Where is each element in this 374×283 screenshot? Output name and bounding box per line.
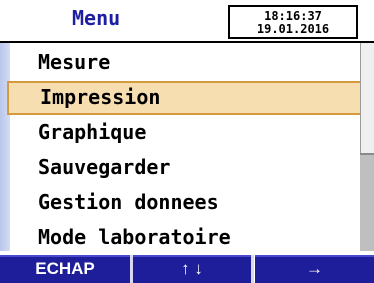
menu-item-sauvegarder[interactable]: Sauvegarder (10, 151, 360, 185)
date-label: 19.01.2016 (256, 22, 330, 36)
menu-item-label: Gestion donnees (38, 190, 219, 214)
menu-item-gestion-donnees[interactable]: Gestion donnees (10, 186, 360, 220)
menu-item-impression[interactable]: Impression (7, 81, 362, 115)
page-title: Menu (72, 6, 121, 30)
header-bar: Menu 18:16:37 19.01.2016 (0, 0, 374, 40)
menu-item-label: Mode laboratoire (38, 225, 231, 249)
menu-item-mesure[interactable]: Mesure (10, 46, 360, 80)
menu-item-label: Impression (40, 85, 161, 109)
up-down-button[interactable]: ↑ ↓ (133, 255, 251, 283)
menu-item-label: Graphique (38, 120, 147, 144)
device-screen: Menu 18:16:37 19.01.2016 Mesure Impressi… (0, 0, 374, 283)
scrollbar-thumb-edge (360, 153, 374, 155)
escape-button[interactable]: ECHAP (0, 255, 130, 283)
softkey-bar: ECHAP ↑ ↓ → (0, 251, 374, 283)
menu-item-label: Mesure (38, 50, 111, 74)
datetime-box: 18:16:37 19.01.2016 (228, 5, 358, 39)
menu-item-graphique[interactable]: Graphique (10, 116, 360, 150)
enter-arrow-button[interactable]: → (255, 255, 374, 283)
left-accent-strip (0, 43, 10, 251)
scrollbar-thumb[interactable] (360, 43, 374, 153)
menu-list: Mesure Impression Graphique Sauvegarder … (7, 43, 362, 251)
softkey-separator (251, 255, 254, 283)
menu-item-label: Sauvegarder (38, 155, 171, 179)
menu-item-mode-laboratoire[interactable]: Mode laboratoire (10, 221, 360, 255)
